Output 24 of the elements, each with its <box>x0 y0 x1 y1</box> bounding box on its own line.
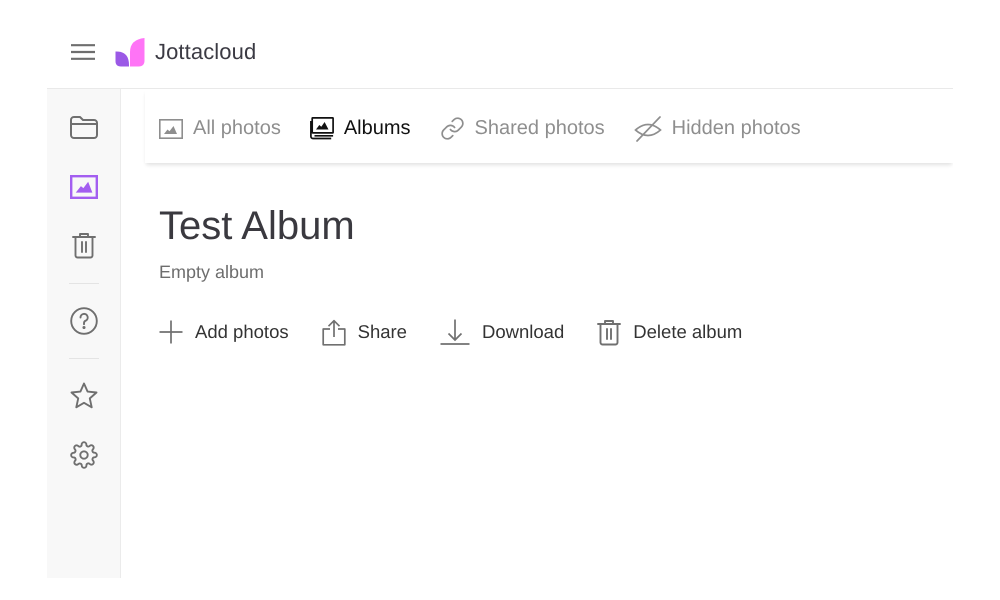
app-name: Jottacloud <box>155 39 256 65</box>
download-button[interactable]: Download <box>440 314 564 350</box>
link-icon <box>440 116 465 141</box>
help-icon <box>70 306 98 334</box>
crossed-eye-icon <box>634 116 662 142</box>
tab[interactable]: Albums <box>310 117 411 140</box>
star-icon <box>70 382 98 409</box>
trash-icon <box>597 318 622 346</box>
logo-icon <box>115 38 145 66</box>
image-icon <box>70 174 98 198</box>
folder-icon <box>70 116 98 139</box>
stacked-images-icon <box>310 117 334 140</box>
download-icon <box>440 319 470 345</box>
settings-icon <box>70 440 98 468</box>
album-status: Empty album <box>159 261 266 283</box>
share-button[interactable]: Share <box>322 314 407 350</box>
album-title: Test Album <box>159 203 356 249</box>
share-icon <box>322 318 346 346</box>
delete-album-button[interactable]: Delete album <box>597 314 742 350</box>
plus-icon <box>159 320 183 344</box>
menu-icon <box>71 44 95 60</box>
image-icon <box>159 118 183 138</box>
trash-icon <box>72 232 96 259</box>
add-photos-button[interactable]: Add photos <box>159 314 289 350</box>
